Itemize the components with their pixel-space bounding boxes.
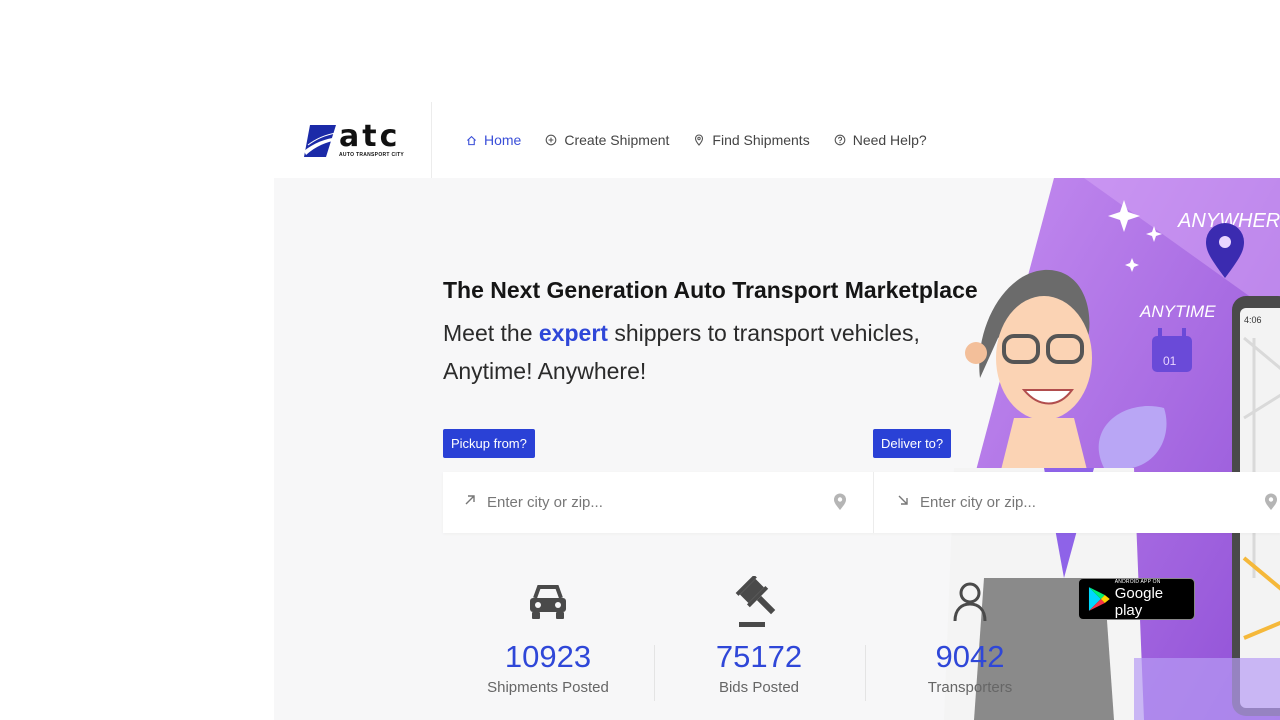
stat-bids-label: Bids Posted: [718, 679, 800, 696]
stat-shipments: 10923 Shipments Posted: [443, 576, 653, 696]
map-pin-icon: [693, 134, 705, 146]
art-phone-time: 4:06: [1244, 315, 1262, 325]
deliver-field: [873, 472, 1280, 533]
logo-mark-icon: [304, 125, 338, 157]
plus-circle-icon: [545, 134, 557, 146]
logo-wordmark: atc: [339, 118, 401, 154]
nav-home[interactable]: Home: [465, 132, 521, 148]
art-word-anytime: ANYTIME: [1139, 302, 1216, 321]
stat-transporters: 9042 Transporters: [865, 576, 1075, 696]
user-icon: [865, 576, 1075, 628]
art-calendar-day: 01: [1163, 354, 1177, 368]
nav-need-help[interactable]: Need Help?: [834, 132, 927, 148]
pickup-label: Pickup from?: [443, 429, 535, 458]
deliver-pin-icon[interactable]: [1264, 493, 1278, 516]
nav-create-shipment[interactable]: Create Shipment: [545, 132, 669, 148]
gavel-icon: [654, 576, 864, 628]
google-play-big-text: Google play: [1114, 585, 1164, 619]
hero-accent-word: expert: [538, 320, 608, 346]
stat-shipments-label: Shipments Posted: [487, 679, 609, 696]
stat-bids: 75172 Bids Posted: [654, 576, 864, 696]
google-play-icon: [1088, 587, 1110, 611]
logo-tagline: AUTO TRANSPORT CITY: [339, 151, 405, 158]
arrow-down-right-icon: [896, 493, 910, 512]
pickup-pin-icon[interactable]: [833, 493, 847, 516]
hero-headline: The Next Generation Auto Transport Marke…: [443, 277, 978, 303]
stat-transporters-label: Transporters: [927, 679, 1013, 696]
nav-find-shipments-label: Find Shipments: [712, 132, 810, 148]
hero-subline: Meet the expert shippers to transport ve…: [443, 320, 920, 384]
google-play-badge[interactable]: ANDROID APP ON Google play: [1078, 578, 1195, 620]
main-nav: Home Create Shipment Find Shipments Need…: [465, 132, 927, 148]
stat-transporters-value: 9042: [935, 639, 1005, 674]
nav-need-help-label: Need Help?: [852, 132, 927, 148]
stat-bids-value: 75172: [715, 639, 803, 674]
pickup-input[interactable]: [487, 494, 807, 511]
nav-create-shipment-label: Create Shipment: [564, 132, 670, 148]
page: atc AUTO TRANSPORT CITY Home Create Ship…: [0, 0, 1280, 720]
route-search-bar: [443, 472, 1280, 533]
car-icon: [443, 576, 653, 628]
deliver-input[interactable]: [920, 494, 1240, 511]
help-circle-icon: [834, 134, 846, 146]
nav-home-label: Home: [484, 132, 522, 148]
pickup-field: [443, 472, 873, 533]
header: atc AUTO TRANSPORT CITY Home Create Ship…: [274, 102, 1280, 178]
nav-find-shipments[interactable]: Find Shipments: [693, 132, 810, 148]
arrow-up-right-icon: [463, 493, 477, 512]
logo[interactable]: atc AUTO TRANSPORT CITY: [274, 102, 432, 178]
stat-shipments-value: 10923: [504, 639, 592, 674]
home-icon: [465, 134, 477, 146]
deliver-label: Deliver to?: [873, 429, 952, 458]
